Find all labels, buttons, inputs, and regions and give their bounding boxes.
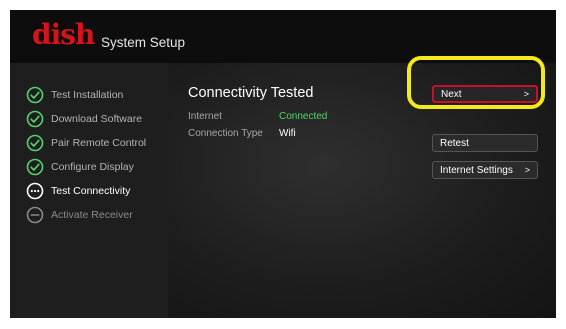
dish-logo: dish	[32, 18, 95, 51]
header-bar: dish System Setup	[10, 10, 556, 63]
step-test-installation: Test Installation	[26, 85, 123, 105]
step-label: Pair Remote Control	[51, 137, 147, 149]
step-label: Test Connectivity	[51, 185, 131, 197]
step-pair-remote-control: Pair Remote Control	[26, 133, 146, 153]
check-circle-icon	[26, 134, 44, 152]
step-label: Activate Receiver	[51, 209, 133, 221]
step-label: Download Software	[51, 113, 143, 125]
chevron-right-icon: >	[523, 89, 529, 99]
minus-circle-icon	[26, 206, 44, 224]
main-panel: Connectivity Tested Internet Connected C…	[168, 63, 556, 318]
connection-type-value: Wifi	[279, 128, 296, 139]
check-circle-icon	[26, 86, 44, 104]
internet-status-value: Connected	[279, 111, 328, 122]
retest-button-label: Retest	[440, 137, 469, 149]
step-label: Configure Display	[51, 161, 134, 173]
internet-settings-button-label: Internet Settings	[440, 164, 513, 176]
retest-button[interactable]: Retest	[432, 134, 538, 152]
step-test-connectivity: Test Connectivity	[26, 181, 130, 201]
step-activate-receiver: Activate Receiver	[26, 205, 133, 225]
section-title: Connectivity Tested	[188, 85, 314, 101]
page-title: System Setup	[101, 35, 186, 50]
ellipsis-circle-icon	[26, 182, 44, 200]
internet-settings-button[interactable]: Internet Settings >	[432, 161, 538, 179]
check-circle-icon	[26, 158, 44, 176]
internet-label: Internet	[188, 111, 222, 122]
connection-type-label: Connection Type	[188, 128, 263, 139]
next-button-label: Next	[441, 88, 462, 100]
setup-steps-sidebar: Test Installation Download Software Pair…	[10, 63, 168, 318]
step-label: Test Installation	[51, 89, 124, 101]
step-configure-display: Configure Display	[26, 157, 134, 177]
next-button[interactable]: Next >	[432, 85, 538, 103]
check-circle-icon	[26, 110, 44, 128]
chevron-right-icon: >	[524, 165, 530, 175]
tv-screen: dish System Setup Test Installation Down…	[10, 10, 556, 318]
step-download-software: Download Software	[26, 109, 142, 129]
